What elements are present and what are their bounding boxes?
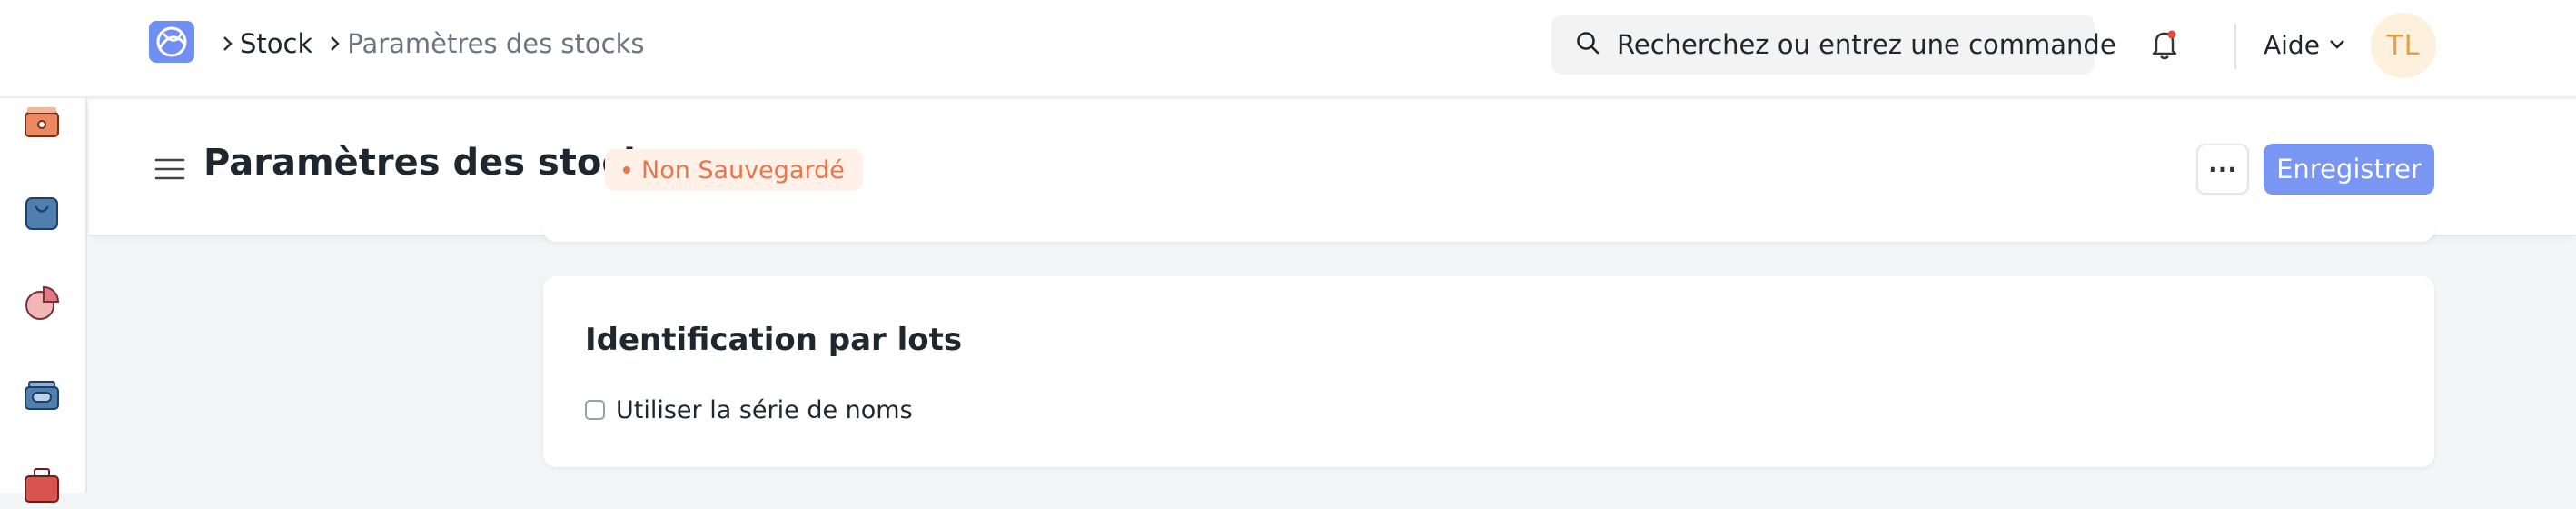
more-actions-button[interactable]: ··· <box>2196 144 2249 195</box>
avatar[interactable]: TL <box>2371 13 2436 78</box>
search-bar[interactable]: Recherchez ou entrez une commande <box>1551 15 2116 75</box>
breadcrumb: Stock Paramètres des stocks <box>214 25 653 62</box>
search-icon <box>1575 30 1600 59</box>
status-badge: Non Sauvegardé <box>605 149 863 191</box>
toolbox-icon[interactable] <box>22 465 62 505</box>
chevron-right-icon <box>322 35 347 53</box>
breadcrumb-stock[interactable]: Stock <box>240 28 312 59</box>
chevron-right-icon <box>214 35 240 53</box>
stack-icon[interactable] <box>22 374 62 414</box>
batch-identification-section: Identification par lots Utiliser la séri… <box>543 276 2434 467</box>
previous-section-card <box>543 222 2434 242</box>
notification-bell-icon[interactable] <box>2151 29 2178 60</box>
save-button[interactable]: Enregistrer <box>2264 144 2434 195</box>
navbar: Stock Paramètres des stocks Recherchez o… <box>0 0 2576 98</box>
module-sidebar <box>0 98 87 503</box>
naming-series-checkbox[interactable] <box>585 400 605 420</box>
status-text: Non Sauvegardé <box>641 155 845 185</box>
menu-toggle-icon[interactable] <box>154 156 185 182</box>
page-title: Paramètres des stocks <box>203 142 669 184</box>
help-label: Aide <box>2264 29 2320 60</box>
help-dropdown[interactable]: Aide <box>2264 25 2345 64</box>
chevron-down-icon <box>2330 40 2344 49</box>
section-title: Identification par lots <box>585 322 963 358</box>
naming-series-checkbox-row[interactable]: Utiliser la série de noms <box>585 393 913 427</box>
page-head: Paramètres des stocks Non Sauvegardé ···… <box>89 100 2576 236</box>
shopping-bag-icon[interactable] <box>22 193 62 233</box>
search-input[interactable]: Recherchez ou entrez une commande <box>1617 29 2116 60</box>
app-logo-icon[interactable] <box>149 21 194 63</box>
pie-chart-icon[interactable] <box>22 284 62 324</box>
naming-series-checkbox-label[interactable]: Utiliser la série de noms <box>616 396 913 424</box>
wallet-icon[interactable] <box>22 102 62 142</box>
status-dot-icon <box>623 166 630 174</box>
breadcrumb-stock-settings[interactable]: Paramètres des stocks <box>347 28 644 59</box>
navbar-divider <box>2234 24 2236 69</box>
